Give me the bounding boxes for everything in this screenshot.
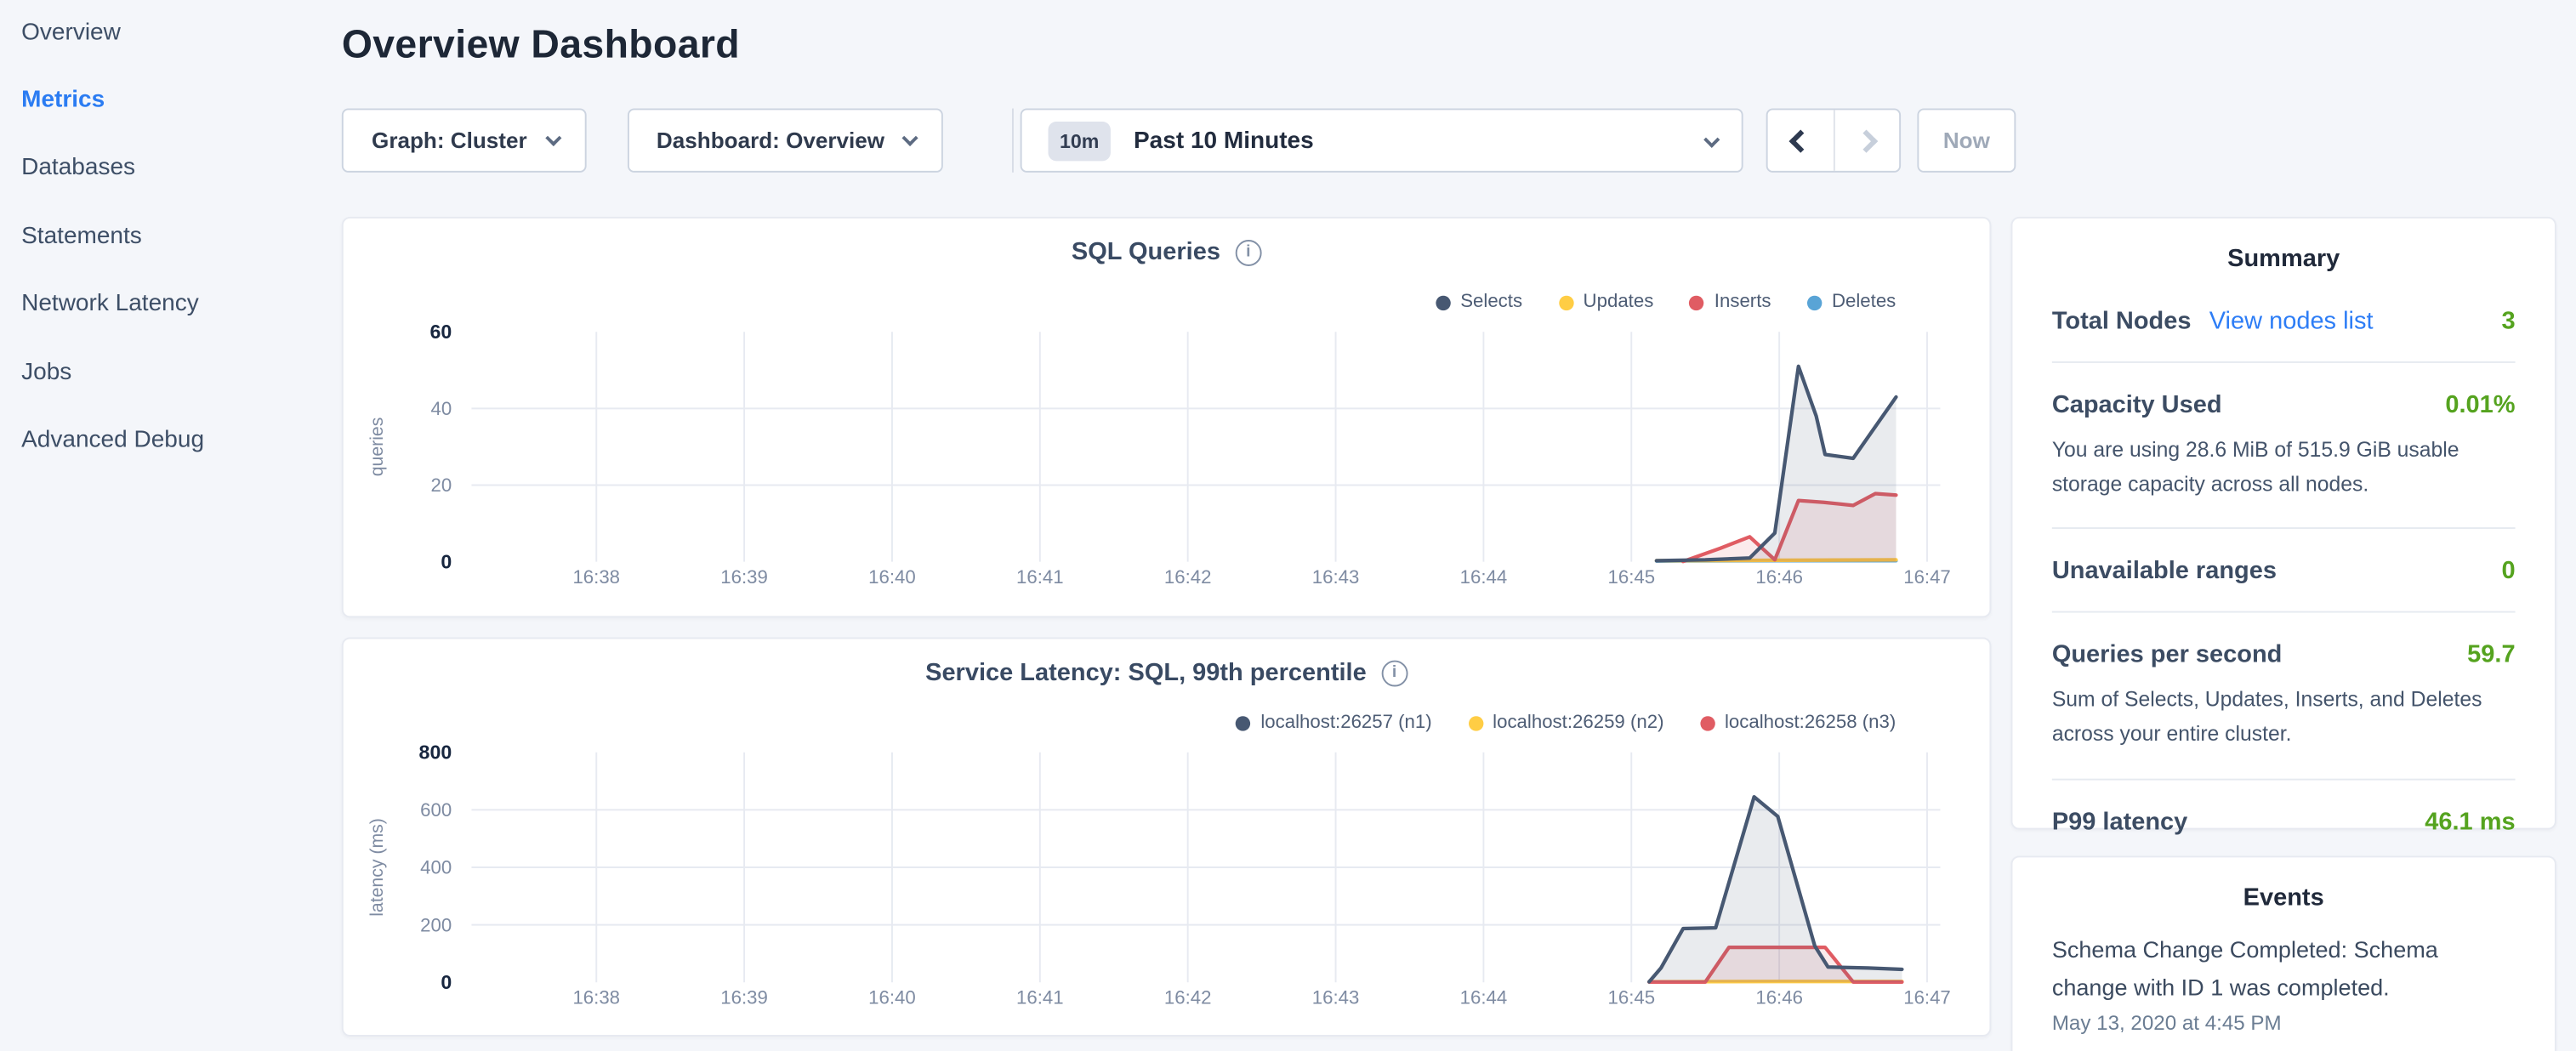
now-button[interactable]: Now	[1917, 108, 2016, 172]
sidebar-item-overview[interactable]: Overview	[21, 20, 121, 46]
time-nav-group	[1766, 108, 1901, 172]
y-tick-label: 0	[441, 550, 452, 572]
y-tick-label: 400	[420, 857, 452, 878]
service-latency-plot[interactable]: 16:38 16:39 16:40 16:41 16:42 16:43 16:44 16:45…	[344, 639, 1993, 1039]
sidebar-item-databases[interactable]: Databases	[21, 155, 135, 181]
qps-label: Queries per second	[2052, 641, 2283, 669]
x-tick-label: 16:45	[1607, 986, 1655, 1008]
sidebar-item-statements[interactable]: Statements	[21, 224, 142, 250]
graph-selector-label: Graph: Cluster	[372, 128, 527, 153]
x-tick-label: 16:45	[1607, 566, 1655, 588]
total-nodes-value: 3	[2501, 307, 2515, 335]
x-tick-label: 16:42	[1164, 986, 1212, 1008]
page-title: Overview Dashboard	[342, 23, 740, 69]
service-latency-chart-card: Service Latency: SQL, 99th percentile i …	[342, 638, 1992, 1037]
sidebar-item-jobs[interactable]: Jobs	[21, 360, 71, 386]
events-panel: Events Schema Change Completed: Schema c…	[2011, 855, 2556, 1051]
unavailable-ranges-value: 0	[2501, 558, 2515, 586]
event-item-text[interactable]: Schema Change Completed: Schema change w…	[2012, 918, 2554, 1008]
x-tick-label: 16:44	[1460, 566, 1508, 588]
chevron-down-icon	[1703, 128, 1715, 153]
time-prev-button[interactable]	[1768, 110, 1834, 170]
x-tick-label: 16:39	[720, 566, 768, 588]
dashboard-selector-dropdown[interactable]: Dashboard: Overview	[628, 108, 943, 172]
p99-latency-label: P99 latency	[2052, 808, 2187, 836]
total-nodes-label: Total Nodes	[2052, 307, 2192, 335]
x-tick-label: 16:39	[720, 986, 768, 1008]
series-area	[1649, 797, 1902, 982]
sql-queries-chart-card: SQL Queries i SelectsUpdatesInsertsDelet…	[342, 217, 1992, 617]
summary-row-p99: P99 latency 46.1 ms	[2052, 780, 2516, 862]
y-tick-label: 60	[429, 321, 452, 343]
qps-subtext: Sum of Selects, Updates, Inserts, and De…	[2052, 684, 2516, 752]
y-axis-unit-label: latency (ms)	[367, 818, 387, 917]
capacity-used-value: 0.01%	[2445, 391, 2515, 419]
sidebar-item-metrics[interactable]: Metrics	[21, 87, 105, 113]
y-tick-label: 200	[420, 914, 452, 935]
x-tick-label: 16:38	[572, 566, 620, 588]
y-tick-label: 800	[419, 741, 452, 763]
y-tick-label: 40	[431, 398, 452, 419]
chevron-right-icon	[1855, 129, 1878, 152]
sidebar-nav: Overview Metrics Databases Statements Ne…	[0, 0, 328, 1051]
y-tick-label: 0	[441, 971, 452, 993]
time-range-badge: 10m	[1048, 121, 1110, 160]
qps-value: 59.7	[2467, 641, 2515, 669]
p99-latency-value: 46.1 ms	[2425, 808, 2515, 836]
x-tick-label: 16:43	[1312, 986, 1360, 1008]
db-console-metrics-page: Overview Metrics Databases Statements Ne…	[0, 0, 2576, 1051]
events-title: Events	[2012, 857, 2554, 917]
graph-selector-dropdown[interactable]: Graph: Cluster	[342, 108, 587, 172]
chevron-left-icon	[1788, 129, 1811, 152]
x-tick-label: 16:38	[572, 986, 620, 1008]
summary-row-unavailable-ranges: Unavailable ranges 0	[2052, 530, 2516, 614]
time-next-button[interactable]	[1834, 110, 1899, 170]
y-tick-label: 20	[431, 474, 452, 496]
capacity-used-subtext: You are using 28.6 MiB of 515.9 GiB usab…	[2052, 434, 2516, 502]
x-tick-label: 16:46	[1755, 566, 1803, 588]
time-range-label: Past 10 Minutes	[1134, 128, 1314, 154]
dashboard-selector-label: Dashboard: Overview	[657, 128, 884, 153]
x-tick-label: 16:46	[1755, 986, 1803, 1008]
event-item-timestamp: May 13, 2020 at 4:45 PM	[2012, 1008, 2554, 1036]
x-tick-label: 16:47	[1903, 566, 1951, 588]
time-range-dropdown[interactable]: 10m Past 10 Minutes	[1021, 108, 1743, 172]
x-tick-label: 16:41	[1016, 566, 1064, 588]
summary-row-total-nodes: Total Nodes View nodes list 3	[2052, 279, 2516, 363]
summary-row-qps: Queries per second 59.7 Sum of Selects, …	[2052, 613, 2516, 780]
x-tick-label: 16:40	[868, 566, 916, 588]
x-tick-label: 16:41	[1016, 986, 1064, 1008]
capacity-used-label: Capacity Used	[2052, 391, 2222, 419]
unavailable-ranges-label: Unavailable ranges	[2052, 558, 2277, 586]
y-axis-unit-label: queries	[367, 418, 387, 477]
x-tick-label: 16:44	[1460, 986, 1508, 1008]
sidebar-item-advanced-debug[interactable]: Advanced Debug	[21, 427, 204, 453]
x-tick-label: 16:42	[1164, 566, 1212, 588]
x-tick-label: 16:47	[1903, 986, 1951, 1008]
y-tick-label: 600	[420, 799, 452, 821]
summary-panel: Summary Total Nodes View nodes list 3 Ca…	[2011, 217, 2556, 830]
chevron-down-icon	[545, 130, 561, 146]
x-tick-label: 16:43	[1312, 566, 1360, 588]
summary-row-capacity: Capacity Used 0.01% You are using 28.6 M…	[2052, 363, 2516, 530]
chevron-down-icon	[902, 130, 918, 146]
view-nodes-list-link[interactable]: View nodes list	[2209, 307, 2374, 335]
summary-title: Summary	[2012, 219, 2554, 279]
x-tick-label: 16:40	[868, 986, 916, 1008]
sidebar-item-network-latency[interactable]: Network Latency	[21, 291, 199, 317]
toolbar-divider	[1012, 108, 1014, 172]
sql-queries-plot[interactable]: 16:38 16:39 16:40 16:41 16:42 16:43 16:44 16:45…	[344, 219, 1993, 619]
